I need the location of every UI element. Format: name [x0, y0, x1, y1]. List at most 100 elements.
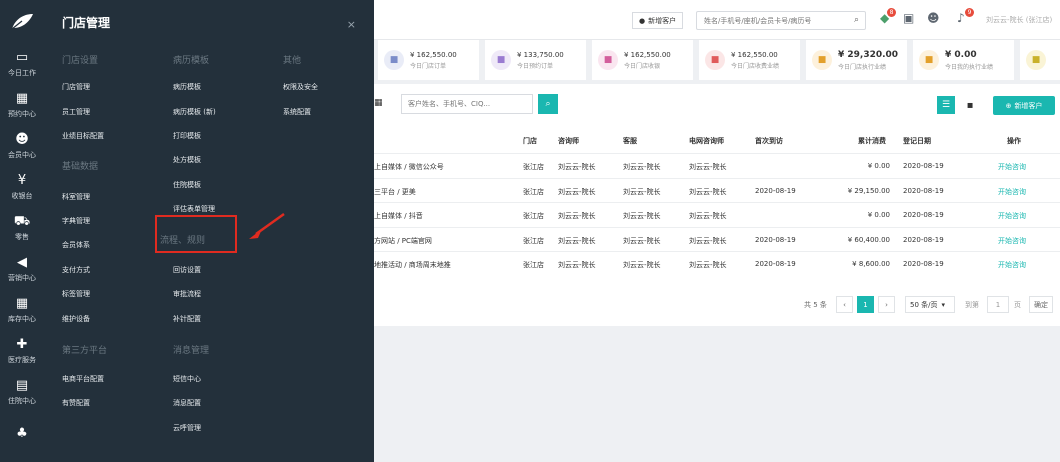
table-row[interactable]: 地推活动 / 商场周末地推 张江店 刘云云-院长 刘云云-院长 刘云云-院长 2020-0…: [374, 251, 1060, 275]
start-consult-link[interactable]: 开始咨询: [998, 211, 1026, 221]
bell-badge: 9: [965, 8, 974, 17]
flyout-item[interactable]: 系统配置: [283, 107, 311, 117]
stat-card[interactable]: ■ ¥ 162,550.00 今日门店订单: [378, 40, 479, 80]
stat-card[interactable]: ■ ¥ 29,320.00 今日门店执行业绩: [806, 40, 907, 80]
flyout-item[interactable]: 处方模板: [173, 155, 201, 165]
nav-item-yuan[interactable]: ¥ 收银台: [0, 167, 44, 208]
flyout-item[interactable]: 回访设置: [173, 265, 201, 275]
people-icon[interactable]: ☻: [927, 11, 940, 25]
nav-item-users[interactable]: ☻ 会员中心: [0, 126, 44, 167]
page-size-select[interactable]: 50 条/页 ▾: [905, 296, 955, 313]
grid-icon: ▪: [966, 99, 974, 111]
stat-card[interactable]: ■ ¥ 162,550.00 今日门店收费业绩: [699, 40, 800, 80]
flyout-item[interactable]: 消息配置: [173, 398, 201, 408]
table-row[interactable]: 三平台 / 更美 张江店 刘云云-院长 刘云云-院长 刘云云-院长 2020-08-19 2…: [374, 177, 1060, 202]
clipboard-icon: ■: [812, 50, 832, 70]
start-consult-link[interactable]: 开始咨询: [998, 187, 1026, 197]
cell-source: 上自媒体 / 抖音: [374, 212, 423, 220]
nav-item-cart[interactable]: ⛟ 零售: [0, 208, 44, 249]
global-search-input[interactable]: [697, 12, 842, 29]
start-consult-link[interactable]: 开始咨询: [998, 162, 1026, 172]
nav-item-label: 营销中心: [8, 274, 36, 282]
cell-consultant: 刘云云-院长: [558, 187, 596, 196]
users-icon: ☻: [15, 132, 29, 147]
customer-search-input[interactable]: [401, 94, 533, 114]
grid-view-button[interactable]: ▪: [961, 96, 979, 114]
nav-item-clipboard[interactable]: ▤ 住院中心: [0, 372, 44, 413]
flyout-item[interactable]: 补针配置: [173, 314, 201, 324]
search-icon[interactable]: ⌕: [854, 15, 859, 25]
flyout-item[interactable]: 病历模板: [173, 82, 201, 92]
stat-label: 今日门店收银: [624, 62, 661, 70]
global-search: ⌕: [696, 11, 866, 30]
start-consult-link[interactable]: 开始咨询: [998, 236, 1026, 246]
stat-card[interactable]: ■ ¥ 162,550.00 今日门店收银: [592, 40, 693, 80]
search-button[interactable]: ⌕: [538, 94, 558, 114]
stat-card[interactable]: ■ ¥ 0.00 今日我的执行业绩: [913, 40, 1014, 80]
cell-store: 张江店: [523, 187, 544, 196]
flyout-item[interactable]: 支付方式: [62, 265, 90, 275]
stat-value: ¥ 162,550.00: [731, 50, 778, 59]
flyout-item[interactable]: 员工管理: [62, 107, 90, 117]
nav-item-megaphone[interactable]: ◀ 营销中心: [0, 249, 44, 290]
flyout-item[interactable]: 门店管理: [62, 82, 90, 92]
pagination: 共 5 条 ‹ 1 › 50 条/页 ▾ 到第 页 确定: [374, 290, 1060, 326]
plus-circle-icon: ●: [639, 16, 646, 25]
prev-page-button[interactable]: ‹: [836, 296, 853, 313]
table-row[interactable]: 上自媒体 / 抖音 张江店 刘云云-院长 刘云云-院长 刘云云-院长 2020-08-19…: [374, 202, 1060, 226]
document-icon[interactable]: ▣: [903, 11, 914, 25]
calendar-icon[interactable]: ▦: [374, 98, 383, 108]
table-row[interactable]: 方网站 / PC端官网 张江店 刘云云-院长 刘云云-院长 刘云云-院长 2020-08-…: [374, 226, 1060, 251]
logo[interactable]: [0, 0, 44, 44]
flyout-item[interactable]: 标签管理: [62, 289, 90, 299]
page-1-button[interactable]: 1: [857, 296, 874, 313]
cell-total: ¥ 60,400.00: [847, 235, 890, 244]
cart-icon: ⛟: [13, 214, 31, 229]
flyout-item[interactable]: 电商平台配置: [62, 374, 104, 384]
user-info[interactable]: 刘云云-院长 (张江店): [986, 15, 1052, 25]
flyout-item[interactable]: 审批流程: [173, 289, 201, 299]
page-size-value: 50 条/页: [910, 300, 938, 309]
table-row[interactable]: 上自媒体 / 微信公众号 张江店 刘云云-院长 刘云云-院长 刘云云-院长 2020-08…: [374, 153, 1060, 177]
stat-value: ¥ 29,320.00: [838, 49, 899, 60]
nav-item-calendar[interactable]: ▦ 预约中心: [0, 85, 44, 126]
flyout-item[interactable]: 科室管理: [62, 192, 90, 202]
bell-icon[interactable]: ♪: [957, 11, 965, 25]
new-customer-top-button[interactable]: ● 新增客户: [632, 12, 684, 29]
flyout-item[interactable]: 字典管理: [62, 216, 90, 226]
flyout-item[interactable]: 业绩目标配置: [62, 131, 104, 141]
flyout-item[interactable]: 维护设备: [62, 314, 90, 324]
flyout-item[interactable]: 有赞配置: [62, 398, 90, 408]
stat-card[interactable]: ■ ¥ 133,750.00 今日预约订单: [485, 40, 586, 80]
nav-item-monitor[interactable]: ▭ 今日工作: [0, 44, 44, 85]
cell-store: 张江店: [523, 163, 544, 171]
flyout-item[interactable]: 短信中心: [173, 374, 201, 384]
col-header-net-consultant: 电网咨询师: [689, 137, 724, 145]
flyout-item[interactable]: 住院模板: [173, 180, 201, 190]
nav-item-org-chart[interactable]: ♣: [0, 413, 44, 454]
bill-icon: ■: [384, 50, 404, 70]
bill-icon: ■: [491, 50, 511, 70]
nav-item-grid[interactable]: ▦ 库存中心: [0, 290, 44, 331]
flyout-item[interactable]: 病历模板 (新): [173, 107, 216, 117]
close-icon[interactable]: ×: [347, 18, 356, 31]
new-customer-button[interactable]: ⊕ 新增客户: [993, 96, 1055, 115]
flyout-item[interactable]: 权限及安全: [283, 82, 318, 92]
start-consult-link[interactable]: 开始咨询: [998, 260, 1026, 270]
flyout-item[interactable]: 云呼管理: [173, 423, 201, 433]
nav-item-medkit[interactable]: ✚ 医疗服务: [0, 331, 44, 372]
stat-label: 今日门店收费业绩: [731, 62, 780, 70]
flyout-item[interactable]: 评估表单管理: [173, 204, 215, 214]
flyout-item[interactable]: 会员体系: [62, 240, 90, 250]
stat-text: ¥ 162,550.00 今日门店收银: [624, 51, 671, 70]
cell-total: ¥ 0.00: [867, 211, 890, 219]
next-page-button[interactable]: ›: [878, 296, 895, 313]
col-header-service: 客服: [623, 137, 637, 145]
goto-confirm-button[interactable]: 确定: [1029, 296, 1053, 313]
stat-card[interactable]: ■: [1020, 40, 1060, 80]
goto-page-input[interactable]: [987, 296, 1009, 313]
flyout-item[interactable]: 打印模板: [173, 131, 201, 141]
section-basic-data: 基础数据: [62, 162, 99, 172]
plus-circle-icon: ⊕: [1005, 101, 1012, 110]
list-view-button[interactable]: ☰: [937, 96, 955, 114]
